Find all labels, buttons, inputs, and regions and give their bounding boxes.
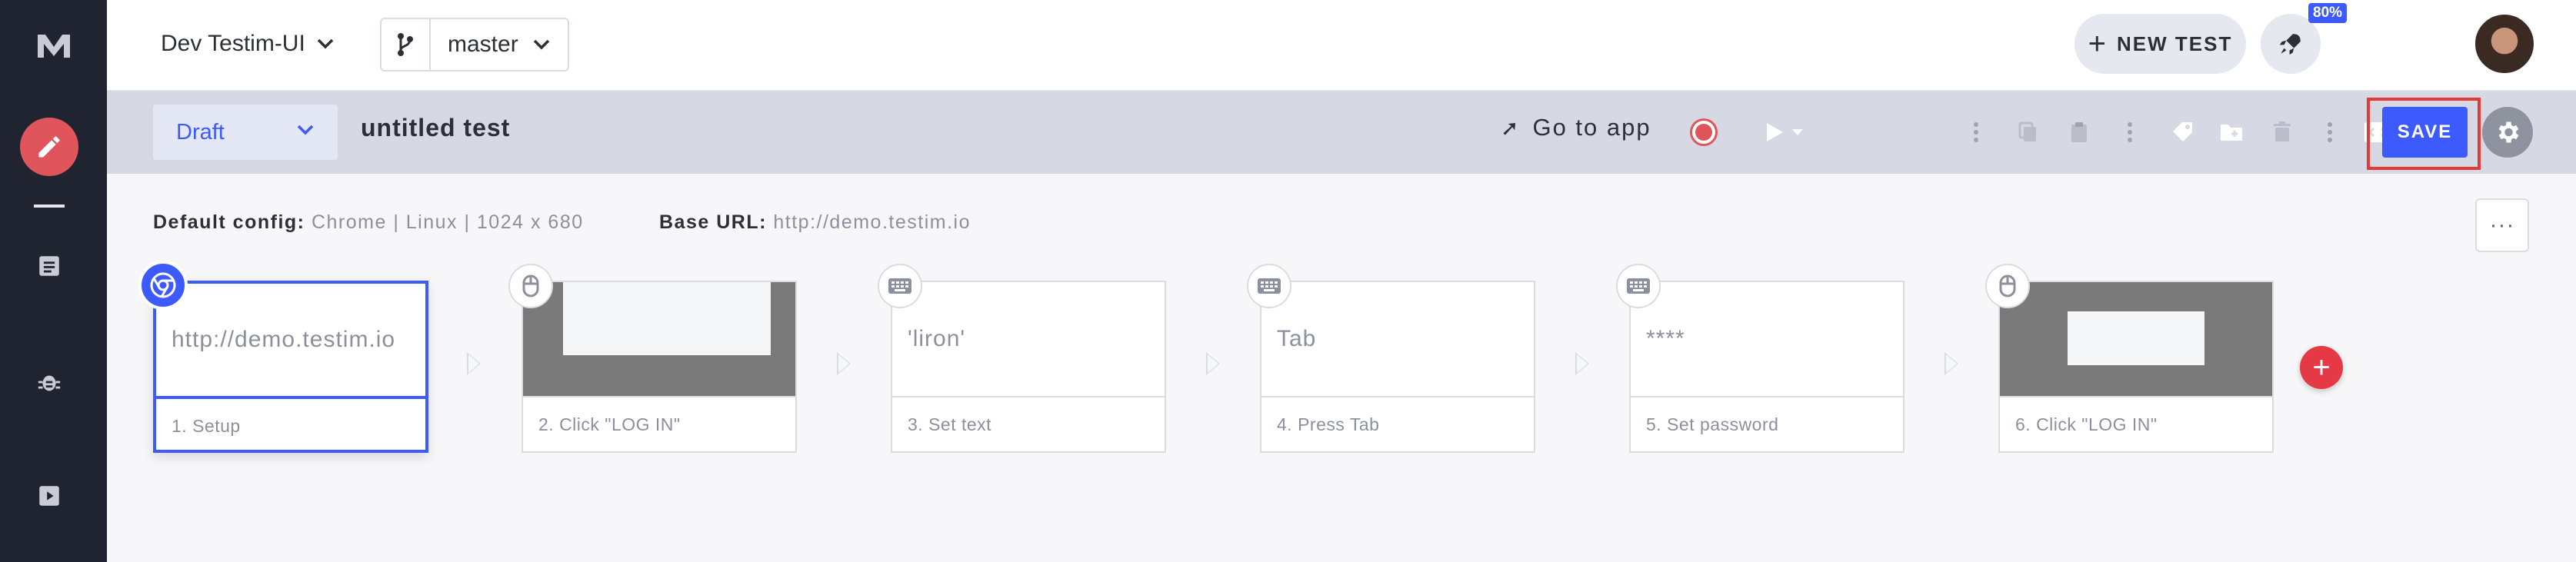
step-preview: 'liron' [892,282,1165,397]
record-button[interactable] [1690,118,1718,146]
status-dropdown[interactable]: Draft [153,105,338,160]
project-selector[interactable]: Dev Testim-UI [161,25,335,63]
more-options-button[interactable]: ··· [2475,198,2529,252]
tests-list-nav-button[interactable] [34,251,65,281]
new-test-button[interactable]: + NEW TEST [2074,14,2246,74]
new-test-label: NEW TEST [2117,32,2233,55]
bug-icon [38,375,61,391]
record-icon [1695,124,1712,141]
step-label: 4. Press Tab [1277,414,1380,434]
step-1[interactable]: http://demo.testim.io 1. Setup [153,281,428,453]
default-config-value[interactable]: Chrome | Linux | 1024 x 680 [312,211,584,233]
keyboard-icon [1247,264,1291,308]
plus-icon: + [2312,350,2331,384]
project-name: Dev Testim-UI [161,31,305,56]
step-label: 2. Click "LOG IN" [538,414,681,434]
top-bar: Dev Testim-UI master + NEW TEST 80% [107,0,2576,91]
step-5[interactable]: **** 5. Set password [1629,281,1905,453]
step-2[interactable]: 2. Click "LOG IN" [522,281,797,453]
go-to-app-button[interactable]: ➚ Go to app [1501,114,1651,141]
step-preview-image [2000,282,2272,397]
tag-icon[interactable] [2168,118,2196,146]
step-arrow [837,352,851,375]
default-config: Default config: Chrome | Linux | 1024 x … [153,211,584,234]
branch-name: master [448,32,518,57]
step-label: 5. Set password [1646,414,1779,434]
test-toolbar: Draft untitled test ➚ Go to app [107,91,2576,174]
play-button[interactable] [1761,118,1788,146]
usage-badge: 80% [2308,3,2348,23]
base-url: Base URL: http://demo.testim.io [659,211,971,234]
step-preview: Tab [1261,282,1534,397]
more-vertical-icon[interactable] [2116,118,2144,146]
step-arrow [1206,352,1220,375]
base-url-label: Base URL: [659,211,767,233]
go-to-app-label: Go to app [1532,114,1651,141]
chevron-down-icon [317,38,334,49]
step-4[interactable]: Tab 4. Press Tab [1260,281,1535,453]
step-6[interactable]: 6. Click "LOG IN" [1998,281,2274,453]
mouse-icon [508,264,553,308]
testim-logo[interactable] [0,0,107,91]
copy-icon[interactable] [2014,118,2042,146]
user-avatar[interactable] [2474,13,2535,75]
bugs-nav-button[interactable] [34,367,65,397]
chrome-icon [138,261,188,310]
test-name[interactable]: untitled test [361,114,510,142]
runs-nav-button[interactable] [34,481,65,511]
branch-icon [382,19,431,70]
play-options-dropdown[interactable] [1790,118,1805,146]
paste-icon[interactable] [2065,118,2093,146]
step-label: 3. Set text [908,414,992,434]
more-vertical-icon[interactable] [2316,118,2344,146]
logo-icon [37,35,70,58]
add-folder-icon[interactable] [2218,118,2245,146]
keyboard-icon [878,264,922,308]
edit-nav-button[interactable] [20,118,78,176]
step-label: 6. Click "LOG IN" [2015,414,2158,434]
arrow-up-right-icon: ➚ [1501,115,1521,140]
add-step-button[interactable]: + [2300,346,2343,389]
gear-icon [2498,121,2519,143]
keyboard-icon [1616,264,1661,308]
play-square-icon [39,486,59,506]
status-value: Draft [176,119,225,145]
more-vertical-icon[interactable] [1962,118,1990,146]
chevron-down-icon [297,125,314,135]
pencil-icon [38,136,60,158]
step-preview: http://demo.testim.io [156,284,425,399]
left-nav [0,0,107,562]
nav-active-indicator [34,205,65,208]
default-config-label: Default config: [153,211,305,233]
play-icon [1767,123,1783,141]
list-icon [39,256,59,276]
rocket-icon [2279,34,2301,55]
plus-icon: + [2088,26,2108,61]
save-button[interactable]: SAVE [2382,107,2468,158]
step-arrow [1575,352,1589,375]
step-preview: **** [1631,282,1903,397]
base-url-value[interactable]: http://demo.testim.io [773,211,971,233]
settings-button[interactable] [2482,107,2533,158]
step-3[interactable]: 'liron' 3. Set text [891,281,1166,453]
trash-icon[interactable] [2268,118,2296,146]
caret-down-icon [1792,129,1803,135]
branch-selector[interactable]: master [380,18,569,71]
step-arrow [1944,352,1958,375]
chevron-down-icon [533,39,549,50]
mouse-icon [1985,264,2030,308]
step-label: 1. Setup [172,415,241,436]
step-preview-image [523,282,795,397]
step-arrow [467,352,481,375]
